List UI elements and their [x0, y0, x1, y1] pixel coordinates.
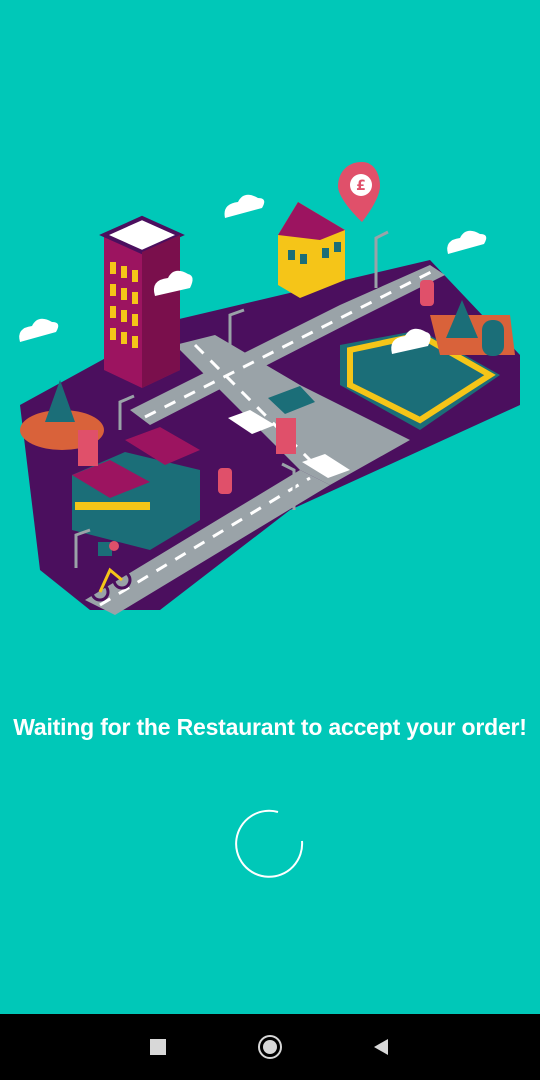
- screen: £ Waiting for the Restaurant to accept y…: [0, 0, 540, 1080]
- system-navigation-bar: [0, 1014, 540, 1080]
- postbox-mid: [218, 468, 232, 494]
- home-button[interactable]: [257, 1034, 283, 1060]
- city-illustration: £: [19, 162, 520, 615]
- square-icon: [150, 1039, 166, 1055]
- recent-apps-button[interactable]: [145, 1034, 171, 1060]
- bush-right: [482, 320, 504, 356]
- triangle-back-icon: [374, 1039, 388, 1055]
- order-status-message: Waiting for the Restaurant to accept you…: [13, 714, 527, 740]
- pound-pin-icon: £: [338, 162, 380, 222]
- back-button[interactable]: [368, 1034, 394, 1060]
- phone-box-left: [78, 430, 98, 466]
- shop-awning: [75, 502, 150, 510]
- circle-icon: [258, 1035, 282, 1059]
- phone-box-mid: [276, 418, 296, 454]
- svg-text:£: £: [356, 178, 366, 194]
- loading-spinner-icon: [235, 809, 304, 878]
- postbox-right: [420, 280, 434, 306]
- tower-side: [142, 235, 180, 388]
